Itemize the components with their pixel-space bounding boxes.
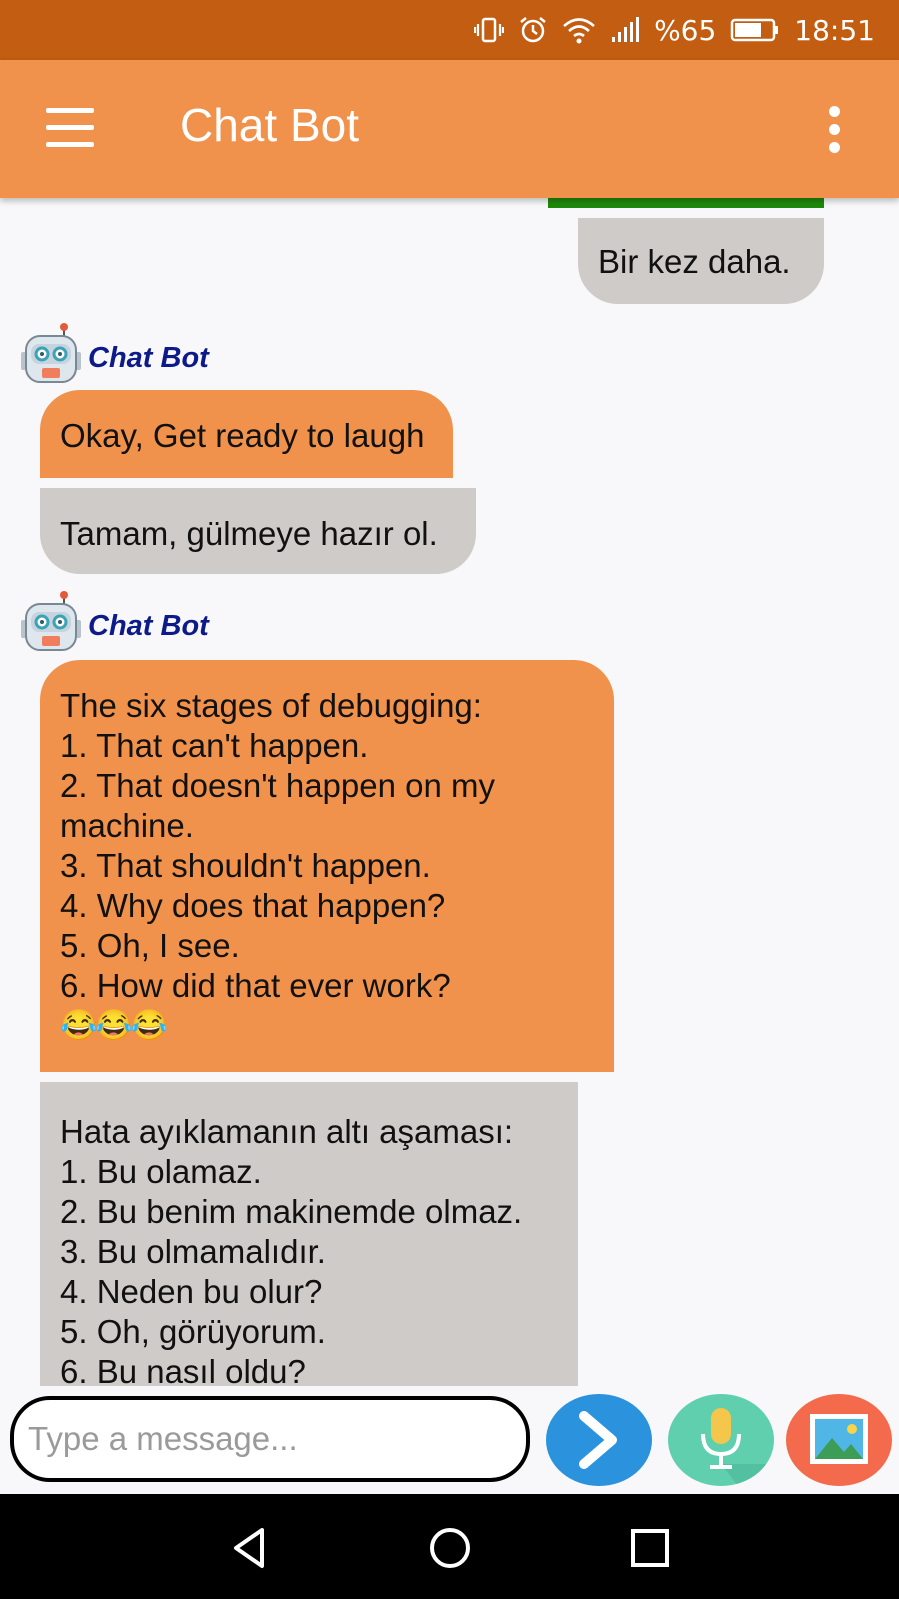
bot-message-turkish: Hata ayıklamanın altı aşaması: 1. Bu ola… — [40, 1082, 578, 1386]
bot-message-english: The six stages of debugging: 1. That can… — [40, 660, 614, 1072]
message-line: 3. That shouldn't happen. — [60, 847, 431, 884]
message-line: 4. Why does that happen? — [60, 887, 446, 924]
message-line: Okay, Get ready to laugh — [60, 417, 425, 454]
robot-avatar-icon — [21, 323, 81, 383]
robot-avatar-icon — [21, 591, 81, 651]
message-input[interactable] — [10, 1396, 530, 1482]
vibrate-icon — [474, 17, 505, 43]
bot-message-english: Okay, Get ready to laugh — [40, 390, 453, 478]
message-line: 5. Oh, görüyorum. — [60, 1313, 326, 1350]
status-bar: %65 18:51 — [0, 0, 899, 60]
message-composer — [0, 1386, 899, 1494]
user-message-text: Bir kez daha. — [598, 243, 791, 280]
wifi-icon — [563, 18, 595, 44]
laughing-emoji: 😂😂😂 — [60, 1009, 168, 1042]
image-picker-button[interactable] — [786, 1394, 892, 1486]
user-message-bubble: Bir kez daha. — [578, 218, 824, 304]
message-line: 2. Bu benim makinemde olmaz. — [60, 1193, 523, 1230]
image-gallery-icon — [810, 1414, 868, 1464]
bot-name: Chat Bot — [88, 342, 209, 374]
message-line: Tamam, gülmeye hazır ol. — [60, 515, 438, 552]
message-line: 2. That doesn't happen on my — [60, 767, 495, 804]
alarm-icon — [520, 17, 546, 43]
chat-messages[interactable]: Bir kez daha. Chat Bot Okay, Get ready t… — [0, 198, 899, 1386]
message-line: 6. How did that ever work? — [60, 967, 451, 1004]
send-button[interactable] — [546, 1394, 652, 1486]
message-line: 5. Oh, I see. — [60, 927, 240, 964]
bot-name: Chat Bot — [88, 610, 209, 642]
send-arrow-icon — [579, 1411, 617, 1469]
system-nav-bar — [0, 1494, 899, 1599]
battery-icon — [731, 18, 779, 42]
message-line: Hata ayıklamanın altı aşaması: — [60, 1113, 514, 1150]
microphone-icon — [701, 1408, 774, 1486]
message-line: The six stages of debugging: — [60, 687, 482, 724]
message-line: machine. — [60, 807, 194, 844]
message-line: 6. Bu nasıl oldu? — [60, 1353, 306, 1386]
more-vertical-icon[interactable] — [827, 106, 841, 154]
page-title: Chat Bot — [180, 99, 359, 151]
home-circle-icon[interactable] — [426, 1524, 474, 1572]
message-line: 4. Neden bu olur? — [60, 1273, 323, 1310]
signal-icon — [612, 17, 640, 42]
microphone-button[interactable] — [668, 1394, 774, 1486]
message-line: 1. That can't happen. — [60, 727, 369, 764]
message-line: 3. Bu olmamalıdır. — [60, 1233, 326, 1270]
clock: 18:51 — [794, 13, 875, 47]
recents-square-icon[interactable] — [626, 1524, 674, 1572]
battery-percent: %65 — [654, 13, 717, 47]
back-triangle-icon[interactable] — [226, 1524, 274, 1572]
hamburger-menu-icon[interactable] — [46, 108, 94, 148]
previous-message-edge — [548, 198, 824, 208]
status-icons: %65 18:51 — [474, 0, 875, 60]
message-line: 1. Bu olamaz. — [60, 1153, 262, 1190]
bot-message-turkish: Tamam, gülmeye hazır ol. — [40, 488, 476, 574]
app-bar: Chat Bot — [0, 60, 899, 198]
